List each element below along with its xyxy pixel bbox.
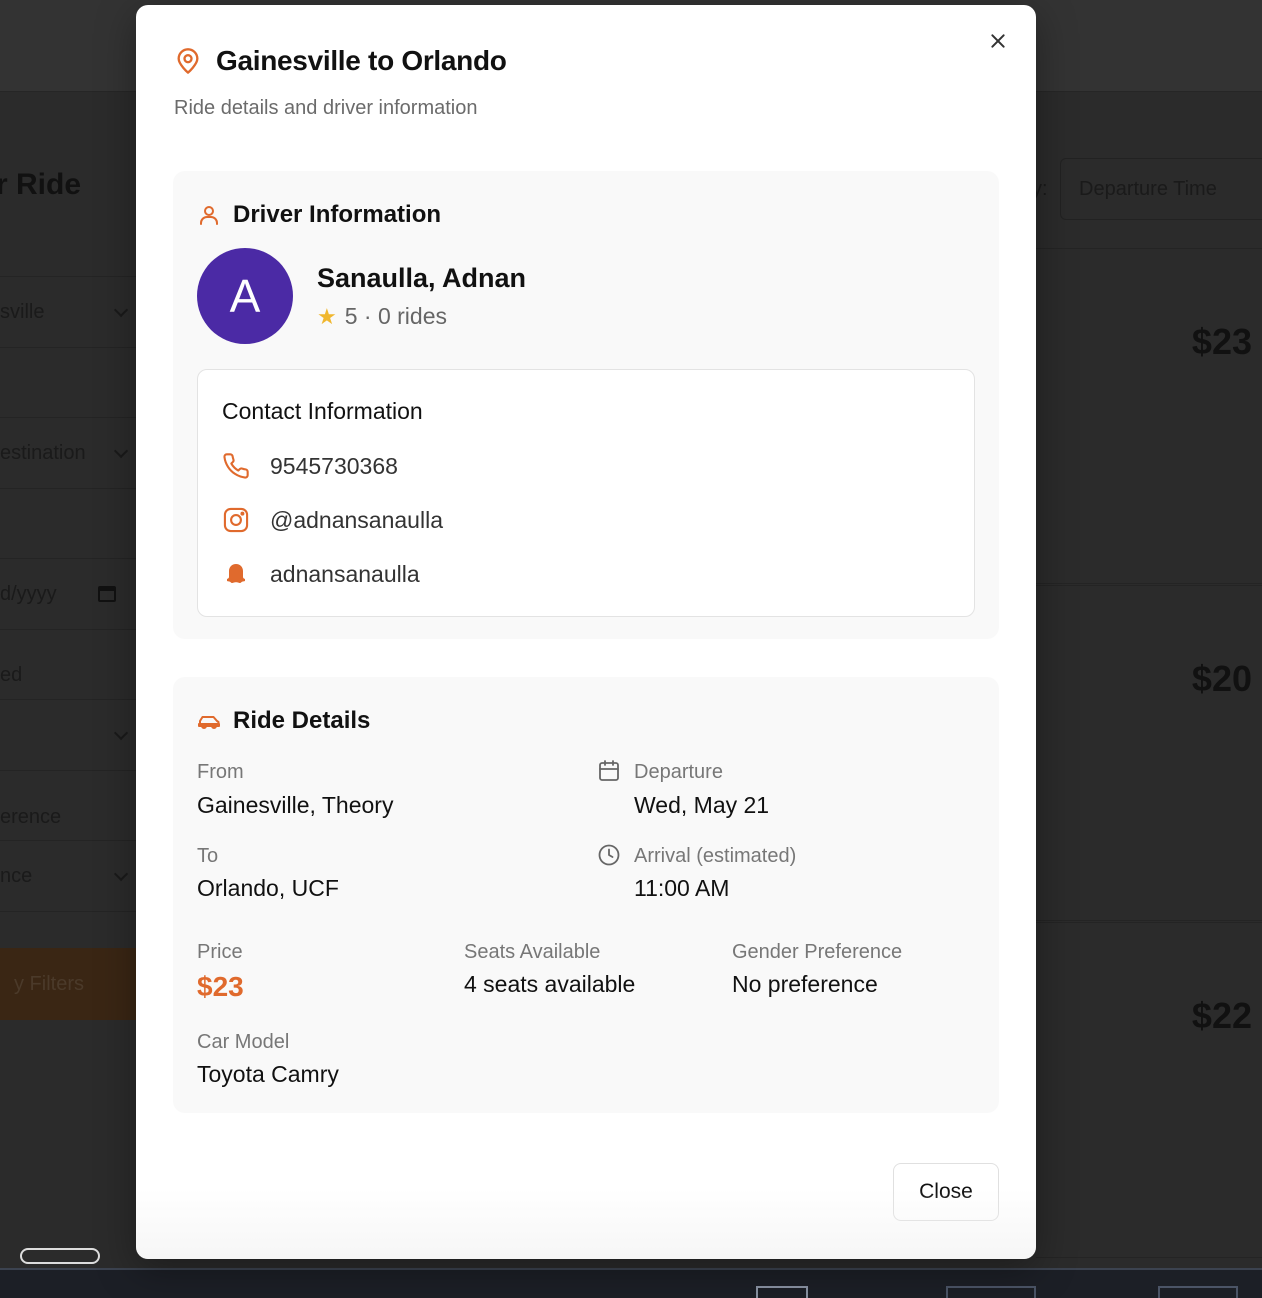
taskbar-item[interactable]: [1158, 1286, 1238, 1298]
background-ride-card[interactable]: $20: [1036, 585, 1262, 921]
background-ride-price: $20: [1191, 658, 1252, 699]
background-ride-price: $23: [1191, 321, 1252, 362]
user-icon: [200, 206, 218, 225]
to-value: Orlando, UCF: [197, 875, 339, 901]
background-apply-filters-button[interactable]: y Filters: [0, 948, 136, 1020]
chevron-down-icon: [113, 725, 129, 741]
ride-details-section: Ride Details From Gainesville, Theory De…: [173, 677, 999, 1113]
arrival-value: 11:00 AM: [634, 875, 730, 901]
background-page-title: r Ride: [0, 168, 82, 201]
driver-information-section: Driver Information A Sanaulla, Adnan ★ 5…: [173, 171, 999, 639]
background-seats-select[interactable]: [0, 699, 136, 771]
gender-value: No preference: [732, 971, 878, 997]
phone-icon: [222, 452, 250, 480]
gender-label: Gender Preference: [732, 941, 903, 963]
background-date-input[interactable]: d/yyyy: [0, 558, 136, 630]
taskbar: [0, 1268, 1262, 1298]
snapchat-icon: [222, 560, 250, 588]
driver-name: Sanaulla, Adnan: [317, 263, 527, 293]
close-icon[interactable]: [986, 29, 1010, 53]
star-icon: ★: [317, 303, 337, 329]
background-origin-select[interactable]: sville: [0, 276, 136, 348]
chevron-down-icon: [113, 443, 129, 459]
snapchat-handle: adnansanaulla: [270, 560, 420, 587]
from-value: Gainesville, Theory: [197, 792, 394, 818]
chevron-down-icon: [113, 302, 129, 318]
calendar-icon: [98, 586, 116, 602]
departure-value: Wed, May 21: [634, 792, 770, 818]
price-label: Price: [197, 941, 243, 963]
contact-snapchat[interactable]: adnansanaulla: [222, 560, 420, 588]
close-button[interactable]: Close: [893, 1163, 999, 1221]
car-model-label: Car Model: [197, 1031, 290, 1053]
instagram-handle: @adnansanaulla: [270, 506, 443, 533]
calendar-icon: [599, 760, 619, 781]
phone-number: 9545730368: [270, 452, 398, 479]
taskbar-item[interactable]: [946, 1286, 1036, 1298]
contact-information-card: Contact Information 9545730368 @adnansan…: [197, 369, 975, 617]
contact-heading: Contact Information: [222, 398, 423, 424]
car-model-value: Toyota Camry: [197, 1061, 339, 1087]
taskbar-item[interactable]: [756, 1286, 808, 1298]
avatar: A: [197, 248, 293, 344]
modal-subtitle: Ride details and driver information: [174, 97, 478, 119]
background-destination-value: estination: [0, 441, 86, 464]
seats-label: Seats Available: [464, 941, 601, 963]
map-pin-icon: [177, 48, 199, 74]
driver-section-heading: Driver Information: [233, 201, 442, 228]
from-label: From: [197, 761, 244, 783]
background-ride-card[interactable]: $23: [1036, 248, 1262, 584]
departure-label: Departure: [634, 761, 723, 783]
price-value: $23: [197, 971, 244, 1002]
background-destination-select[interactable]: estination: [0, 417, 136, 489]
background-gender-value: nce: [0, 864, 33, 887]
background-ride-card[interactable]: $22: [1036, 922, 1262, 1258]
ride-details-modal: Gainesville to Orlando Ride details and …: [136, 5, 1036, 1259]
background-ride-price: $22: [1191, 995, 1252, 1036]
car-icon: [198, 716, 220, 729]
to-label: To: [197, 845, 219, 867]
background-date-value: d/yyyy: [0, 582, 57, 605]
driver-rating-text: 5 · 0 rides: [344, 303, 447, 329]
chevron-down-icon: [113, 866, 129, 882]
background-origin-value: sville: [0, 300, 45, 323]
driver-rating: ★ 5 · 0 rides: [317, 303, 447, 330]
clock-icon: [598, 844, 620, 866]
contact-phone[interactable]: 9545730368: [222, 452, 398, 480]
contact-instagram[interactable]: @adnansanaulla: [222, 506, 443, 534]
background-seats-label: ed: [0, 664, 23, 686]
instagram-icon: [222, 506, 250, 534]
seats-value: 4 seats available: [464, 971, 636, 997]
background-gender-select[interactable]: nce: [0, 840, 136, 912]
background-scroll-pill: [20, 1248, 100, 1264]
background-sort-select[interactable]: Departure Time: [1060, 158, 1262, 220]
ride-section-heading: Ride Details: [233, 707, 371, 734]
modal-header: Gainesville to Orlando Ride details and …: [174, 45, 507, 120]
arrival-label: Arrival (estimated): [634, 845, 797, 867]
modal-title: Gainesville to Orlando: [216, 45, 507, 76]
background-gender-label: erence: [0, 806, 62, 828]
